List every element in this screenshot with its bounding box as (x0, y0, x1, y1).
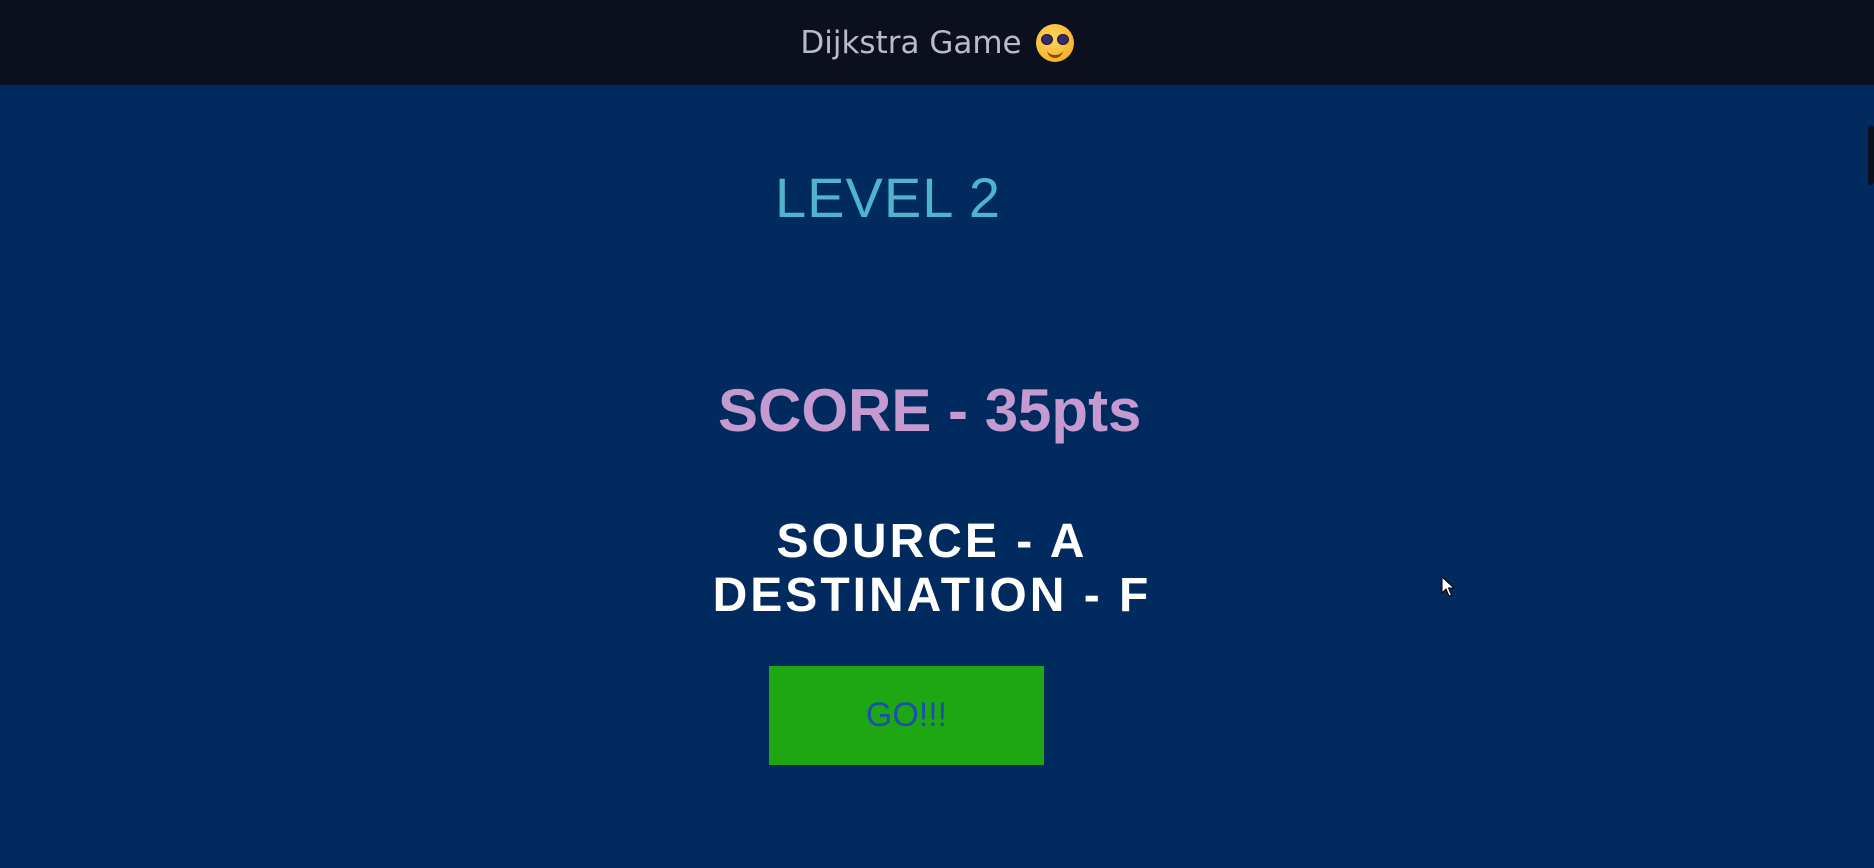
score-label: SCORE - 35pts (718, 377, 1142, 444)
window-titlebar: Dijkstra Game (0, 0, 1874, 85)
source-label: SOURCE - A (776, 515, 1088, 568)
mouse-cursor-icon (1441, 576, 1456, 597)
route-info: SOURCE - A DESTINATION - F (500, 515, 1364, 623)
destination-label: DESTINATION - F (712, 569, 1152, 622)
level-label: LEVEL 2 (775, 166, 1001, 229)
scrollbar-edge (1868, 125, 1874, 185)
go-button[interactable]: GO!!! (769, 666, 1044, 765)
window-title: Dijkstra Game (800, 24, 1022, 61)
sunglasses-emoji-icon (1035, 23, 1074, 62)
